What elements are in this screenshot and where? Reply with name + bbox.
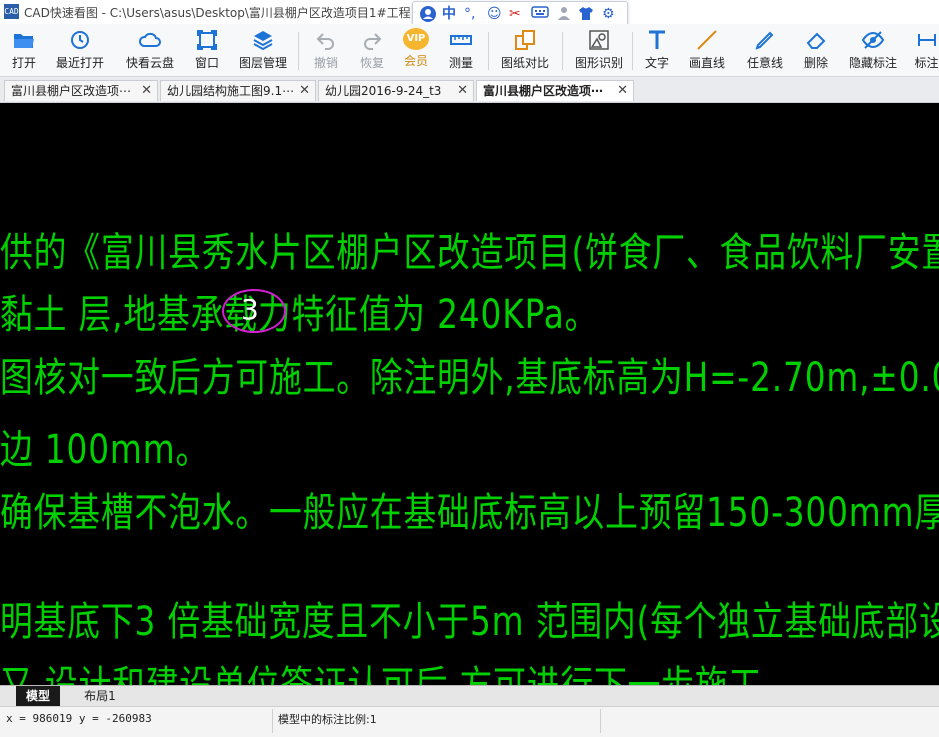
shape-recognize-icon bbox=[589, 30, 609, 50]
line-icon bbox=[697, 30, 717, 50]
redo-icon bbox=[364, 33, 382, 50]
tab-layout1[interactable]: 布局1 bbox=[76, 686, 124, 706]
eye-hidden-icon bbox=[861, 31, 885, 49]
emoji-icon[interactable]: ☺ bbox=[487, 5, 502, 23]
user-icon[interactable] bbox=[556, 5, 572, 26]
status-divider bbox=[600, 709, 601, 733]
compare-button[interactable]: 图纸对比 bbox=[498, 28, 552, 74]
keyboard-icon[interactable] bbox=[531, 5, 549, 24]
annotation-scale[interactable]: 模型中的标注比例:1 bbox=[278, 711, 377, 727]
freeline-tool-button[interactable]: 任意线 bbox=[744, 28, 786, 74]
drawing-text-line: 供的《富川县秀水片区棚户区改造项目(饼食厂、食品饮料厂安置点)1#一 bbox=[0, 230, 939, 276]
annotate-button[interactable]: 标注 bbox=[914, 28, 939, 74]
recent-label: 最近打开 bbox=[55, 56, 104, 70]
toolbar-divider bbox=[488, 32, 489, 70]
open-label: 打开 bbox=[11, 56, 36, 70]
drawing-text-line: 边 100mm。 bbox=[0, 427, 210, 473]
recognize-label: 图形识别 bbox=[574, 56, 623, 70]
tab-label: 富川县棚户区改造项⋯ bbox=[483, 84, 604, 98]
document-tab[interactable]: 幼儿园结构施工图9.1⋯ ✕ bbox=[160, 80, 316, 101]
toolbar-divider bbox=[298, 32, 299, 70]
text-tool-label: 文字 bbox=[644, 56, 669, 70]
tab-model[interactable]: 模型 bbox=[16, 686, 60, 706]
ime-punct-toggle[interactable]: °, bbox=[464, 5, 475, 23]
redo-label: 恢复 bbox=[359, 56, 384, 70]
undo-icon bbox=[316, 33, 334, 50]
measure-label: 测量 bbox=[448, 56, 473, 70]
drawing-text-line: 黏土 层,地基承载力特征值为 240KPa。 bbox=[0, 292, 599, 338]
status-bar: x = 986019 y = -260983 模型中的标注比例:1 bbox=[0, 706, 939, 737]
close-icon[interactable]: ✕ bbox=[299, 81, 310, 101]
eraser-icon bbox=[806, 32, 826, 49]
close-icon[interactable]: ✕ bbox=[141, 81, 152, 101]
delete-label: 删除 bbox=[803, 56, 828, 70]
scissors-icon[interactable]: ✂ bbox=[509, 5, 521, 23]
delete-button[interactable]: 删除 bbox=[800, 28, 832, 74]
open-button[interactable]: 打开 bbox=[6, 28, 42, 74]
toolbar-divider bbox=[562, 32, 563, 70]
ime-mode-toggle[interactable]: 中 bbox=[442, 5, 456, 23]
layers-button[interactable]: 图层管理 bbox=[236, 28, 290, 74]
layers-label: 图层管理 bbox=[238, 56, 287, 70]
close-icon[interactable]: ✕ bbox=[617, 81, 628, 101]
window-title: CAD快速看图 - C:\Users\asus\Desktop\富川县棚户区改造… bbox=[24, 6, 411, 20]
window-button[interactable]: 窗口 bbox=[190, 28, 224, 74]
pen-icon bbox=[755, 31, 774, 50]
skin-shirt-icon[interactable] bbox=[578, 5, 594, 26]
hide-annotation-label: 隐藏标注 bbox=[848, 56, 897, 70]
text-tool-button[interactable]: 文字 bbox=[642, 28, 672, 74]
drawing-text-line: 确保基槽不泡水。一般应在基础底标高以上预留150-300mm厚土层 bbox=[0, 490, 939, 536]
drawing-canvas[interactable]: 供的《富川县秀水片区棚户区改造项目(饼食厂、食品饮料厂安置点)1#一 黏土 层,… bbox=[0, 103, 939, 685]
layout-tabs: 模型 布局1 bbox=[0, 685, 939, 707]
compare-icon bbox=[515, 30, 535, 50]
tab-label: 幼儿园结构施工图9.1⋯ bbox=[167, 84, 295, 98]
main-toolbar: 打开 最近打开 快看云盘 窗口 图层管理 撤销 恢复 VIP 会员 测量 图纸对… bbox=[0, 24, 939, 77]
measure-button[interactable]: 测量 bbox=[444, 28, 478, 74]
window-label: 窗口 bbox=[194, 56, 219, 70]
annotate-label: 标注 bbox=[914, 56, 939, 70]
recognize-button[interactable]: 图形识别 bbox=[572, 28, 626, 74]
folder-open-icon bbox=[14, 34, 34, 48]
document-tab[interactable]: 幼儿园2016-9-24_t3 ✕ bbox=[318, 80, 474, 101]
revision-mark-number: 3 bbox=[241, 293, 259, 326]
drawing-text-line: 图核对一致后方可施工。除注明外,基底标高为H=-2.70m,±0.000相 bbox=[0, 355, 939, 401]
toolbar-divider bbox=[632, 32, 633, 70]
undo-button[interactable]: 撤销 bbox=[310, 28, 342, 74]
line-tool-label: 画直线 bbox=[688, 56, 725, 70]
close-icon[interactable]: ✕ bbox=[457, 81, 468, 101]
document-tab-active[interactable]: 富川县棚户区改造项⋯ ✕ bbox=[476, 80, 634, 101]
vip-badge-icon: VIP bbox=[403, 28, 429, 50]
drawing-text-line: 明基底下3 倍基础宽度且不小于5m 范围内(每个独立基础底部设置五个钎 bbox=[0, 599, 939, 645]
cursor-coordinates: x = 986019 y = -260983 bbox=[6, 712, 152, 725]
window-frame-icon bbox=[197, 30, 217, 50]
cloud-icon bbox=[138, 32, 161, 47]
line-tool-button[interactable]: 画直线 bbox=[686, 28, 728, 74]
vip-button[interactable]: VIP 会员 bbox=[400, 28, 432, 74]
hide-annotation-button[interactable]: 隐藏标注 bbox=[846, 28, 900, 74]
dimension-icon bbox=[917, 34, 936, 46]
document-tab[interactable]: 富川县棚户区改造项⋯ ✕ bbox=[4, 80, 158, 101]
recent-button[interactable]: 最近打开 bbox=[52, 28, 108, 74]
redo-button[interactable]: 恢复 bbox=[356, 28, 388, 74]
clock-history-icon bbox=[71, 31, 89, 49]
tab-label: 幼儿园2016-9-24_t3 bbox=[325, 84, 442, 98]
ruler-icon bbox=[450, 35, 472, 45]
tab-label: 富川县棚户区改造项⋯ bbox=[11, 84, 132, 98]
cloud-button[interactable]: 快看云盘 bbox=[122, 28, 178, 74]
undo-label: 撤销 bbox=[313, 56, 338, 70]
document-tabs: 富川县棚户区改造项⋯ ✕ 幼儿园结构施工图9.1⋯ ✕ 幼儿园2016-9-24… bbox=[0, 77, 939, 103]
freeline-tool-label: 任意线 bbox=[746, 56, 783, 70]
compare-label: 图纸对比 bbox=[500, 56, 549, 70]
text-t-icon bbox=[649, 30, 665, 49]
gear-icon[interactable]: ⚙ bbox=[602, 5, 615, 23]
status-divider bbox=[272, 709, 273, 733]
drawing-text-line: 又,设计和建设单位签证认可后,方可进行下一步施工 bbox=[0, 664, 762, 685]
layers-icon bbox=[253, 31, 273, 51]
app-logo-icon: CAD bbox=[4, 4, 19, 19]
vip-label: 会员 bbox=[403, 54, 428, 68]
cloud-label: 快看云盘 bbox=[125, 56, 174, 70]
